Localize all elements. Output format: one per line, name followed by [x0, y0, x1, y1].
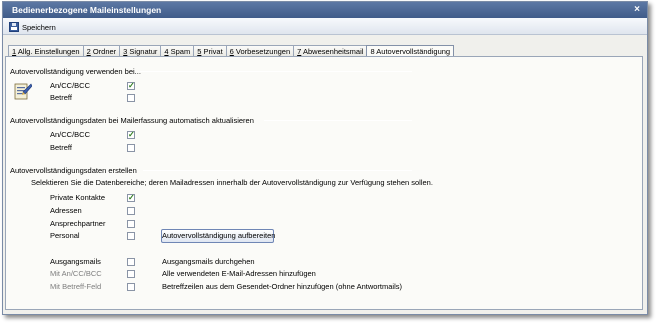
mit-an-cc-bcc-description: Alle verwendeten E-Mail-Adressen hinzufü…: [162, 269, 316, 278]
mit-betreff-feld-checkbox[interactable]: [127, 283, 135, 291]
ausgangsmails-checkbox[interactable]: [127, 258, 135, 266]
group1-title: Autovervollständigung verwenden bei...: [10, 67, 141, 76]
close-icon[interactable]: ×: [631, 4, 643, 16]
private-contacts-checkbox[interactable]: ✓: [127, 194, 135, 202]
title-bar: Bedienerbezogene Maileinstellungen ×: [3, 2, 647, 18]
prepare-autocomplete-button[interactable]: Autovervollständigung aufbereiten: [161, 229, 275, 243]
group2-an-cc-bcc-checkbox[interactable]: ✓: [127, 131, 135, 139]
group3-title: Autovervollständigungsdaten erstellen: [10, 166, 137, 175]
private-contacts-label: Private Kontakte: [50, 193, 106, 202]
ausgangsmails-label: Ausgangsmails: [50, 257, 101, 266]
group1-an-cc-bcc-checkbox[interactable]: ✓: [127, 82, 135, 90]
group2-title: Autovervollständigungsdaten bei Mailerfa…: [10, 116, 254, 125]
floppy-disk-icon: [9, 22, 19, 32]
mit-betreff-feld-description: Betreffzeilen aus dem Gesendet-Ordner hi…: [162, 282, 402, 291]
window-title: Bedienerbezogene Maileinstellungen: [12, 5, 162, 15]
mail-autocomplete-icon: [14, 83, 32, 100]
mit-an-cc-bcc-checkbox[interactable]: [127, 270, 135, 278]
group2-item-betreff-label: Betreff: [50, 143, 72, 152]
ansprechpartner-checkbox[interactable]: [127, 220, 135, 228]
mit-betreff-feld-label: Mit Betreff-Feld: [50, 282, 102, 291]
ausgangsmails-description: Ausgangsmails durchgehen: [162, 257, 255, 266]
save-button-label: Speichern: [22, 22, 56, 32]
group1-item-an-cc-bcc-label: An/CC/BCC: [50, 81, 91, 90]
adressen-checkbox[interactable]: [127, 207, 135, 215]
ansprechpartner-label: Ansprechpartner: [50, 219, 106, 228]
group1-item-betreff-label: Betreff: [50, 93, 72, 102]
group1-divider: [140, 71, 412, 72]
adressen-label: Adressen: [50, 206, 82, 215]
group2-betreff-checkbox[interactable]: [127, 144, 135, 152]
mit-an-cc-bcc-label: Mit An/CC/BCC: [50, 269, 102, 278]
group3-divider: [143, 170, 412, 171]
group3-description: Selektieren Sie die Datenbereiche; deren…: [31, 178, 433, 187]
group1-betreff-checkbox[interactable]: [127, 94, 135, 102]
save-button[interactable]: Speichern: [9, 21, 56, 33]
group2-divider: [264, 120, 412, 121]
group2-item-an-cc-bcc-label: An/CC/BCC: [50, 130, 91, 139]
personal-checkbox[interactable]: [127, 232, 135, 240]
personal-label: Personal: [50, 231, 80, 240]
toolbar: Speichern: [3, 18, 647, 35]
